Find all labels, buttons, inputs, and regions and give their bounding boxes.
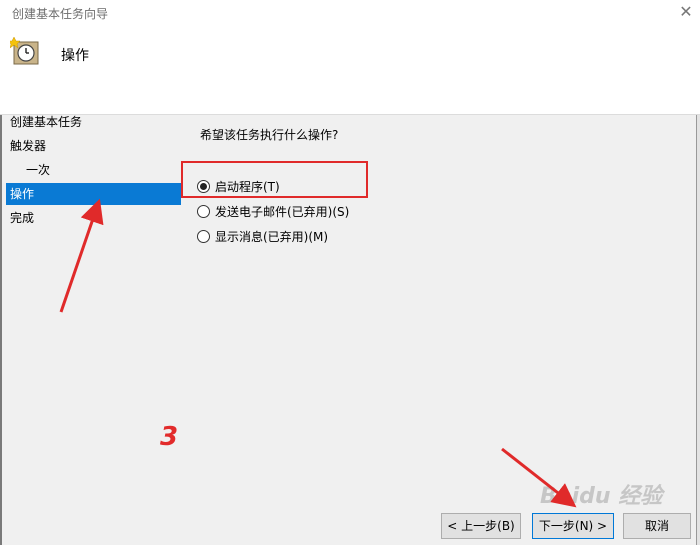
next-button[interactable]: 下一步(N) > xyxy=(532,513,614,539)
cancel-button[interactable]: 取消 xyxy=(623,513,691,539)
arrow-to-next-button xyxy=(501,447,577,508)
annotation-arrows xyxy=(59,198,577,508)
arrow-to-action-step xyxy=(59,198,104,313)
back-button[interactable]: < 上一步(B) xyxy=(441,513,521,539)
